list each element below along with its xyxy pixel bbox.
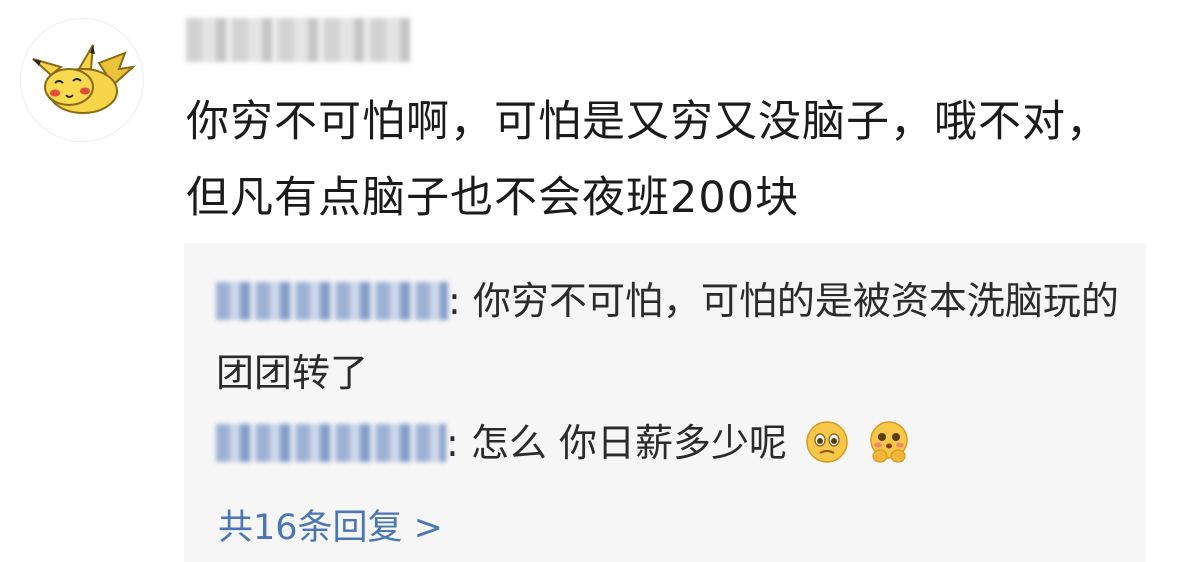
reply-colon: : — [448, 279, 461, 323]
reply-text: 怎么 你日薪多少呢 — [470, 421, 787, 465]
comment-text: 你穷不可怕啊，可怕是又穷又没脑子，哦不对，但凡有点脑子也不会夜班200块 — [186, 97, 1110, 223]
replies-panel: : 你穷不可怕，可怕的是被资本洗脑玩的团团转了 : 怎么 你日薪多少呢 共16条… — [184, 243, 1146, 562]
username-blurred[interactable] — [186, 18, 410, 62]
reply-item[interactable]: : 你穷不可怕，可怕的是被资本洗脑玩的团团转了 — [216, 265, 1126, 409]
reply-author-blurred[interactable] — [216, 282, 448, 320]
reply-author-blurred[interactable] — [216, 424, 446, 462]
user-avatar[interactable] — [20, 18, 144, 142]
pikachu-avatar-icon — [32, 44, 137, 114]
reply-colon: : — [446, 421, 459, 465]
pleading-face-icon — [806, 421, 848, 463]
hugging-face-icon — [870, 421, 908, 463]
reply-item[interactable]: : 怎么 你日薪多少呢 — [216, 407, 1126, 479]
view-all-replies-link[interactable]: 共16条回复 > — [218, 499, 443, 550]
